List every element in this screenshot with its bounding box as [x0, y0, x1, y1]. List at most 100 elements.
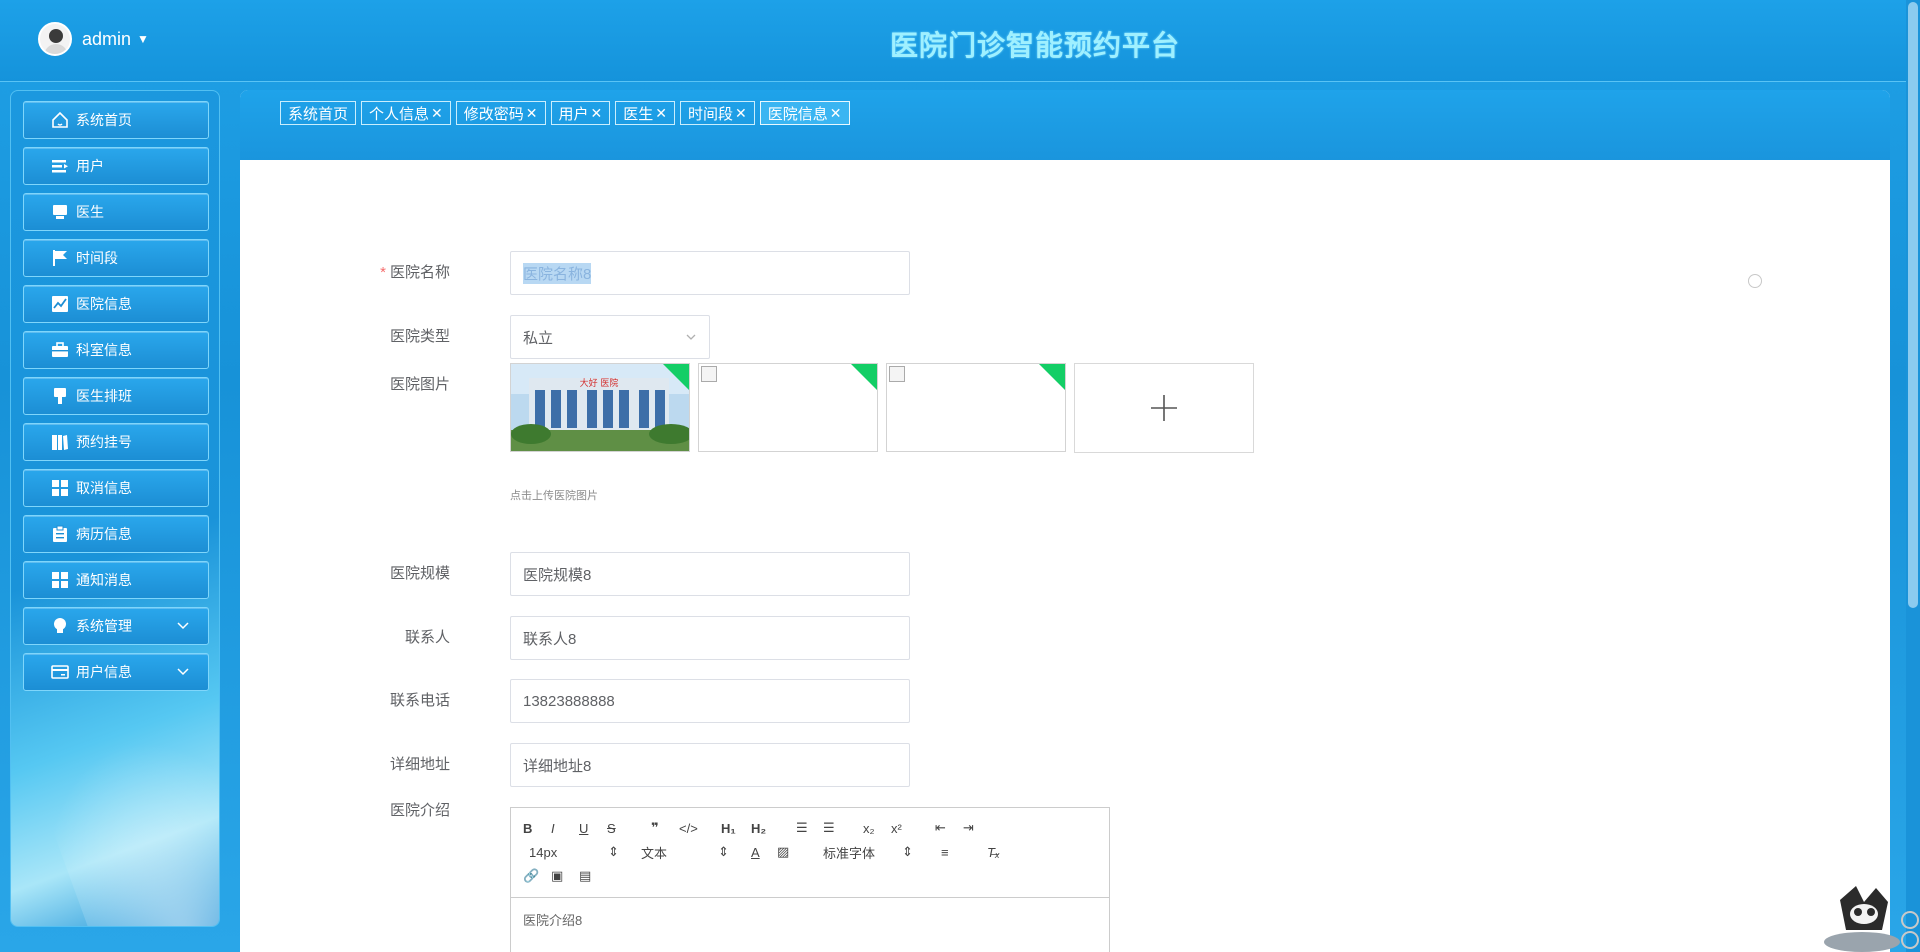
- link-icon[interactable]: 🔗: [523, 866, 539, 886]
- align-icon[interactable]: ≡: [941, 842, 949, 862]
- subscript-icon[interactable]: x₂: [863, 818, 875, 838]
- heading2-icon[interactable]: H₂: [751, 818, 766, 838]
- editor-content[interactable]: 医院介绍8: [511, 898, 1109, 941]
- clear-format-icon[interactable]: T̶ₓ: [987, 842, 1000, 862]
- ordered-list-icon[interactable]: ☰: [796, 818, 808, 838]
- quote-icon[interactable]: ❞: [651, 818, 659, 838]
- sidebar-item-department[interactable]: 科室信息: [23, 331, 209, 369]
- tab-hospital-info[interactable]: 医院信息 ✕: [759, 101, 850, 125]
- sidebar-item-label: 用户: [76, 158, 104, 174]
- tab-home[interactable]: 系统首页: [280, 101, 357, 125]
- video-icon[interactable]: ▤: [579, 866, 591, 886]
- scrollbar-thumb[interactable]: [1908, 2, 1918, 608]
- sidebar-item-users[interactable]: 用户: [23, 147, 209, 185]
- phone-value: 13823888888: [523, 692, 615, 710]
- building-sign: 大好 医院: [580, 377, 619, 389]
- chevron-down-icon: [176, 618, 190, 635]
- font-family-select[interactable]: 标准字体 ⇕: [823, 842, 913, 862]
- hospital-scale-value: 医院规模8: [523, 566, 592, 584]
- tab-label: 医生: [623, 105, 654, 123]
- sidebar-item-timeslot[interactable]: 时间段: [23, 239, 209, 277]
- sidebar-item-label: 时间段: [76, 250, 118, 266]
- format-select[interactable]: 文本 ⇕: [641, 842, 729, 862]
- close-icon[interactable]: ✕: [526, 105, 538, 122]
- chart-icon: [50, 294, 70, 314]
- upload-image-button[interactable]: [1074, 363, 1254, 453]
- close-icon[interactable]: ✕: [735, 105, 747, 122]
- sidebar-item-home[interactable]: 系统首页: [23, 101, 209, 139]
- broken-image-icon: [889, 366, 905, 382]
- tab-change-password[interactable]: 修改密码 ✕: [455, 101, 546, 125]
- tab-label: 时间段: [688, 105, 734, 123]
- sidebar-item-label: 系统首页: [76, 112, 132, 128]
- indent-icon[interactable]: ⇥: [963, 818, 974, 838]
- image-icon[interactable]: ▣: [551, 866, 563, 886]
- scale-label: 医院规模: [389, 565, 450, 582]
- contact-input[interactable]: 联系人8: [510, 616, 910, 660]
- briefcase-icon: [50, 340, 70, 360]
- sidebar-item-label: 病历信息: [76, 526, 132, 542]
- phone-input[interactable]: 13823888888: [510, 679, 910, 723]
- pin-icon: [50, 386, 70, 406]
- background-color-icon[interactable]: ▨: [777, 842, 789, 862]
- underline-icon[interactable]: U: [579, 818, 588, 838]
- tab-doctors[interactable]: 医生 ✕: [615, 101, 676, 125]
- broken-image-icon: [701, 366, 717, 382]
- name-label: * 医院名称: [240, 261, 450, 282]
- main-panel: 系统首页 个人信息 ✕ 修改密码 ✕ 用户 ✕ 医生 ✕ 时间段 ✕ 医院信息 ✕ * 医院名…: [240, 90, 1890, 952]
- hospital-image-2[interactable]: [698, 363, 878, 452]
- strike-icon[interactable]: S: [607, 818, 616, 838]
- bullet-list-icon[interactable]: ☰: [823, 818, 835, 838]
- page-scrollbar[interactable]: [1906, 0, 1920, 952]
- sidebar-item-notice[interactable]: 通知消息: [23, 561, 209, 599]
- close-icon[interactable]: ✕: [655, 105, 667, 122]
- hospital-image-1[interactable]: 大好 医院: [510, 363, 690, 452]
- bold-icon[interactable]: B: [523, 818, 532, 838]
- updown-icon: ⇕: [608, 844, 619, 859]
- close-icon[interactable]: ✕: [431, 105, 443, 122]
- sidebar-item-schedule[interactable]: 医生排班: [23, 377, 209, 415]
- name-label-text: 医院名称: [389, 264, 450, 281]
- tab-users[interactable]: 用户 ✕: [550, 101, 611, 125]
- address-input[interactable]: 详细地址8: [510, 743, 910, 787]
- code-icon[interactable]: </>: [679, 818, 698, 838]
- close-circle-icon[interactable]: [1748, 274, 1762, 288]
- sidebar-item-user-info[interactable]: 用户信息: [23, 653, 209, 691]
- sidebar-item-appointment[interactable]: 预约挂号: [23, 423, 209, 461]
- hospital-name-value: 医院名称8: [523, 262, 592, 284]
- hospital-type-select[interactable]: 私立: [510, 315, 710, 359]
- hospital-image-3[interactable]: [886, 363, 1066, 452]
- heading1-icon[interactable]: H₁: [721, 818, 736, 838]
- sidebar-item-hospital-info[interactable]: 医院信息: [23, 285, 209, 323]
- close-icon[interactable]: ✕: [830, 105, 842, 122]
- outdent-icon[interactable]: ⇤: [935, 818, 946, 838]
- sidebar-item-medical-record[interactable]: 病历信息: [23, 515, 209, 553]
- font-size-select[interactable]: 14px ⇕: [529, 842, 619, 862]
- close-icon[interactable]: ✕: [591, 105, 603, 122]
- sidebar-item-cancel[interactable]: 取消信息: [23, 469, 209, 507]
- sidebar-item-system[interactable]: 系统管理: [23, 607, 209, 645]
- sidebar-item-doctors[interactable]: 医生: [23, 193, 209, 231]
- rich-text-editor[interactable]: B I U S ❞ </> H₁ H₂ ☰ ☰ x₂ x² ⇤ ⇥ 14px ⇕ …: [510, 807, 1110, 952]
- sidebar-item-label: 科室信息: [76, 342, 132, 358]
- sidebar-item-label: 预约挂号: [76, 434, 132, 450]
- font-color-icon[interactable]: A: [751, 842, 760, 862]
- sidebar: 系统首页 用户 医生 时间段 医院信息 科室信息 医生排班 预约挂号 取消信息 …: [10, 90, 220, 927]
- hospital-name-input[interactable]: 医院名称8: [510, 251, 910, 295]
- tab-profile[interactable]: 个人信息 ✕: [361, 101, 451, 125]
- sidebar-item-label: 医生排班: [76, 388, 132, 404]
- tab-bar: 系统首页 个人信息 ✕ 修改密码 ✕ 用户 ✕ 医生 ✕ 时间段 ✕ 医院信息 ✕: [240, 90, 1890, 160]
- phone-label: 联系电话: [389, 692, 450, 709]
- superscript-icon[interactable]: x²: [891, 818, 902, 838]
- tab-timeslot[interactable]: 时间段 ✕: [680, 101, 755, 125]
- type-label: 医院类型: [389, 328, 450, 345]
- grid-icon: [50, 478, 70, 498]
- hospital-type-value: 私立: [523, 329, 554, 347]
- format-value: 文本: [641, 845, 668, 861]
- chevron-down-icon: [176, 664, 190, 681]
- upload-success-badge: [1039, 364, 1065, 390]
- upload-success-badge: [663, 364, 689, 390]
- hospital-scale-input[interactable]: 医院规模8: [510, 552, 910, 596]
- italic-icon[interactable]: I: [551, 818, 555, 838]
- app-title: 医院门诊智能预约平台: [889, 30, 1180, 61]
